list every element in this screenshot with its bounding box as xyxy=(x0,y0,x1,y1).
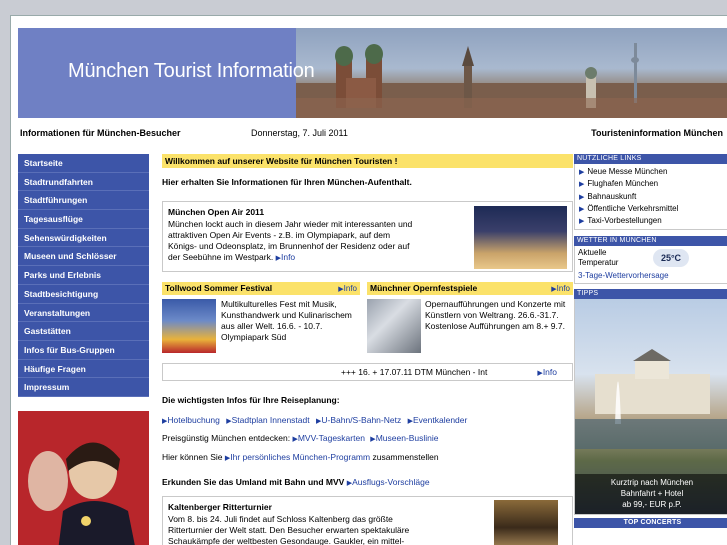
weather-header: WETTER IN MÜNCHEN xyxy=(574,236,727,247)
sidebar-item-stadtfuehrungen[interactable]: Stadtführungen xyxy=(18,191,149,211)
sidebar-item-startseite[interactable]: Startseite xyxy=(18,154,149,173)
oper-header: Münchner Opernfestspiele ▶Info xyxy=(367,282,573,295)
tollwood-photo xyxy=(162,299,216,353)
useful-links-header: NÜTZLICHE LINKS xyxy=(574,154,727,164)
open-air-text: München lockt auch in diesem Jahr wieder… xyxy=(168,219,413,264)
weather-forecast-link[interactable]: 3-Tage-Wettervorhersage xyxy=(578,271,669,280)
sidebar-item-stadtbesichtigung[interactable]: Stadtbesichtigung xyxy=(18,285,149,304)
link-taxi-label: Taxi-Vorbestellungen xyxy=(587,216,662,226)
info-bar-right: Touristeninformation München xyxy=(591,128,723,138)
oper-info-label: Info xyxy=(556,284,570,293)
ritter-photo xyxy=(494,500,558,545)
link-personal-program[interactable]: Ihr persönliches München-Programm xyxy=(230,452,370,462)
current-date: Donnerstag, 7. Juli 2011 xyxy=(251,128,348,138)
link-mvv-tageskarten[interactable]: MVV-Tageskarten xyxy=(298,433,365,443)
planning-links: ▶Hotelbuchung ▶Stadtplan Innenstadt ▶U-B… xyxy=(162,415,467,425)
own-program-line: Hier können Sie ▶Ihr persönliches Münche… xyxy=(162,452,439,462)
link-flughafen[interactable]: ▶ Flughafen München xyxy=(579,178,727,190)
link-stadtplan[interactable]: Stadtplan Innenstadt xyxy=(232,415,310,425)
sidebar-item-bus-gruppen[interactable]: Infos für Bus-Gruppen xyxy=(18,341,149,360)
tollwood-info-link[interactable]: ▶Info xyxy=(338,282,357,296)
oper-text: Opernaufführungen und Konzerte mit Künst… xyxy=(425,299,566,331)
news-ticker: +++ 16. + 17.07.11 DTM München - Int ▶In… xyxy=(162,363,573,381)
link-oeffentliche-verkehrsmittel-label: Öffentliche Verkehrsmittel xyxy=(587,203,679,213)
munich-skyline-photo xyxy=(296,28,727,118)
sidebar-item-stadtrundfahrten[interactable]: Stadtrundfahrten xyxy=(18,173,149,192)
own-prefix: Hier können Sie xyxy=(162,452,223,462)
link-oeffentliche-verkehrsmittel[interactable]: ▶ Öffentliche Verkehrsmittel xyxy=(579,203,727,215)
weather-label-line1: Aktuelle xyxy=(578,248,607,258)
useful-links-list: ▶ Neue Messe München ▶ Flughafen München ▶… xyxy=(574,164,727,231)
banner: München Tourist Information xyxy=(18,28,727,118)
link-ausflugs-vorschlaege[interactable]: Ausflugs-Vorschläge xyxy=(352,477,430,487)
open-air-photo xyxy=(474,206,567,269)
right-column: NÜTZLICHE LINKS ▶ Neue Messe München ▶ Flu… xyxy=(574,154,727,529)
tollwood-title: Tollwood Sommer Festival xyxy=(165,283,273,293)
link-taxi[interactable]: ▶ Taxi-Vorbestellungen xyxy=(579,215,727,227)
tipps-caption-line2: Bahnfahrt + Hotel xyxy=(620,489,684,499)
tollwood-info-label: Info xyxy=(343,284,357,293)
open-air-title: München Open Air 2011 xyxy=(168,207,265,217)
tipps-photo[interactable]: Kurztrip nach München Bahnfahrt + Hotel … xyxy=(574,299,727,516)
sidebar-item-faq[interactable]: Häufige Fragen xyxy=(18,360,149,379)
region-line: Erkunden Sie das Umland mit Bahn und MVV… xyxy=(162,477,430,487)
own-suffix: zusammenstellen xyxy=(372,452,439,462)
link-museen-buslinie[interactable]: Museen-Buslinie xyxy=(376,433,439,443)
weather-box: Aktuelle Temperatur 25°C 3-Tage-Wettervo… xyxy=(574,246,727,285)
link-hotelbuchung[interactable]: Hotelbuchung xyxy=(167,415,219,425)
welcome-banner: Willkommen auf unserer Website für Münch… xyxy=(162,154,573,168)
cheap-label: Preisgünstig München entdecken: xyxy=(162,433,291,443)
king-ludwig-portrait[interactable] xyxy=(18,411,149,545)
link-neue-messe[interactable]: ▶ Neue Messe München xyxy=(579,166,727,178)
tollwood-header: Tollwood Sommer Festival ▶Info xyxy=(162,282,360,295)
ticker-info-link[interactable]: ▶Info xyxy=(537,364,557,382)
sidebar-item-tagesausfluege[interactable]: Tagesausflüge xyxy=(18,210,149,229)
link-eventkalender[interactable]: Eventkalender xyxy=(413,415,467,425)
intro-text: Hier erhalten Sie Informationen für Ihre… xyxy=(162,177,412,187)
ticker-text: +++ 16. + 17.07.11 DTM München - Int xyxy=(341,367,488,377)
sidebar-nav: Startseite Stadtrundfahrten Stadtführung… xyxy=(18,154,149,397)
link-flughafen-label: Flughafen München xyxy=(587,179,659,189)
cheap-line: Preisgünstig München entdecken: ▶MVV-Tag… xyxy=(162,433,439,443)
weather-sun-icon: 25°C xyxy=(653,249,689,268)
oper-title: Münchner Opernfestspiele xyxy=(370,283,478,293)
sidebar-item-museen[interactable]: Museen und Schlösser xyxy=(18,247,149,267)
arrow-icon: ▶ xyxy=(579,169,585,176)
page: München Tourist Information Informatione… xyxy=(10,15,727,545)
link-bahnauskunft[interactable]: ▶ Bahnauskunft xyxy=(579,191,727,203)
region-label: Erkunden Sie das Umland mit Bahn und MVV xyxy=(162,477,345,487)
tipps-caption: Kurztrip nach München Bahnfahrt + Hotel … xyxy=(575,474,727,515)
tollwood-text: Multikulturelles Fest mit Musik, Kunstha… xyxy=(221,299,352,342)
sidebar-item-impressum[interactable]: Impressum xyxy=(18,378,149,397)
arrow-icon: ▶ xyxy=(579,218,585,226)
tipps-caption-line3: ab 99,- EUR p.P. xyxy=(622,500,682,510)
sidebar-item-veranstaltungen[interactable]: Veranstaltungen xyxy=(18,304,149,323)
top-concerts-header: TOP CONCERTS xyxy=(574,518,727,529)
sidebar-item-sehenswuerdigkeiten[interactable]: Sehenswürdigkeiten xyxy=(18,229,149,248)
arrow-icon: ▶ xyxy=(579,193,585,201)
weather-label-line2: Temperatur xyxy=(578,258,619,268)
site-title: München Tourist Information xyxy=(68,60,315,82)
link-bahnauskunft-label: Bahnauskunft xyxy=(587,191,637,201)
weather-temperature: 25°C xyxy=(660,253,682,264)
ritter-title: Kaltenberger Ritterturnier xyxy=(168,502,272,512)
arrow-icon: ▶ xyxy=(579,181,585,189)
planning-heading: Die wichtigsten Infos für Ihre Reiseplan… xyxy=(162,395,340,405)
tipps-caption-line1: Kurztrip nach München xyxy=(610,478,694,488)
oper-photo xyxy=(367,299,421,353)
link-neue-messe-label: Neue Messe München xyxy=(587,167,668,176)
arrow-icon: ▶ xyxy=(579,205,585,213)
ritter-box: Kaltenberger Ritterturnier Vom 8. bis 24… xyxy=(162,496,573,545)
tipps-header: TIPPS xyxy=(574,289,727,300)
link-ubahn-sbahn[interactable]: U-Bahn/S-Bahn-Netz xyxy=(321,415,401,425)
sidebar-item-parks[interactable]: Parks und Erlebnis xyxy=(18,266,149,285)
open-air-box: München Open Air 2011 München lockt auch… xyxy=(162,201,573,272)
open-air-info-link[interactable]: Info xyxy=(281,252,295,262)
ritter-text: Vom 8. bis 24. Juli findet auf Schloss K… xyxy=(168,514,410,545)
weather-label: Aktuelle Temperatur xyxy=(578,248,618,268)
ticker-info-label: Info xyxy=(542,367,557,377)
sidebar-item-gaststaetten[interactable]: Gaststätten xyxy=(18,322,149,341)
oper-info-link[interactable]: ▶Info xyxy=(551,282,570,296)
info-bar-left: Informationen für München-Besucher xyxy=(20,128,181,138)
